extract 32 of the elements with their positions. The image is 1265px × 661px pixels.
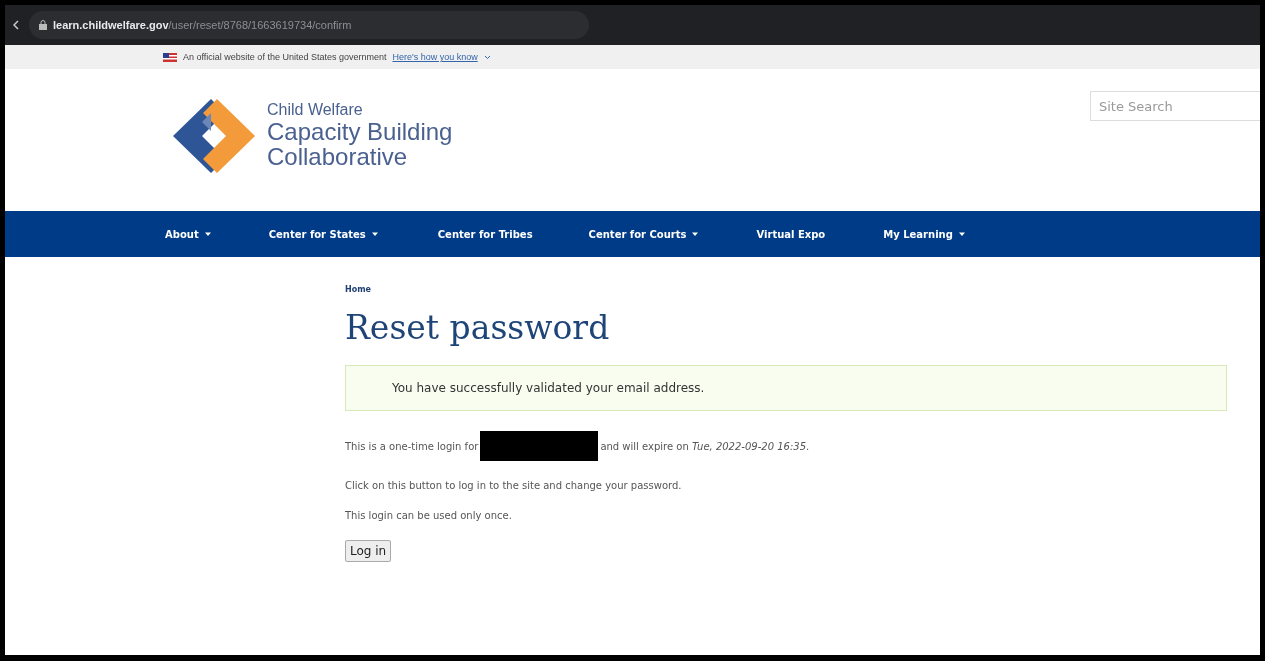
nav-item[interactable]: My Learning bbox=[883, 228, 965, 240]
flag-icon bbox=[163, 52, 177, 62]
logo-text: Child Welfare bbox=[267, 102, 364, 120]
nav-item[interactable]: Center for States bbox=[268, 228, 378, 240]
search-field[interactable]: Site Search bbox=[1090, 91, 1260, 121]
nav-item[interactable]: Center for Tribes bbox=[437, 228, 533, 240]
url-path: /user/reset/8768/1663619734/confirm bbox=[168, 19, 352, 31]
caret-icon bbox=[958, 231, 965, 237]
logo-text: Capacity Building bbox=[267, 119, 453, 145]
page-title: Reset password bbox=[345, 308, 610, 347]
paragraph-text: This login can be used only once. bbox=[345, 510, 512, 521]
paragraph-text: Click on this button to log in to the site and change your password. bbox=[345, 480, 682, 491]
nav-item[interactable]: Virtual Expo bbox=[756, 228, 826, 240]
nav-item[interactable]: About bbox=[165, 228, 211, 240]
nav-item[interactable]: Center for Courts bbox=[588, 228, 699, 240]
lock-icon bbox=[39, 20, 47, 30]
gov-banner-link[interactable]: Here's how you know bbox=[392, 52, 478, 62]
url-host: learn.childwelfare.gov bbox=[53, 19, 169, 31]
logo-text: Collaborative bbox=[267, 144, 408, 170]
caret-icon bbox=[692, 231, 699, 237]
login-button[interactable]: Log in bbox=[345, 540, 392, 562]
paragraph-text: This is a one-time login for bbox=[345, 440, 479, 452]
status-message: You have successfully validated your email address. bbox=[345, 365, 1227, 411]
chevron-icon bbox=[483, 54, 491, 60]
paragraph-text: and will expire on Tue, 2022-09-20 16:35. bbox=[600, 440, 810, 452]
logo-icon bbox=[173, 99, 255, 173]
address-bar[interactable]: learn.childwelfare.gov/user/reset/8768/1663619734/confirm bbox=[29, 11, 589, 39]
gov-banner-text: An official website of the United States government bbox=[183, 52, 387, 62]
caret-icon bbox=[204, 231, 211, 237]
caret-icon bbox=[371, 231, 378, 237]
breadcrumb-link[interactable]: Home bbox=[345, 285, 371, 294]
back-icon[interactable] bbox=[13, 20, 19, 30]
